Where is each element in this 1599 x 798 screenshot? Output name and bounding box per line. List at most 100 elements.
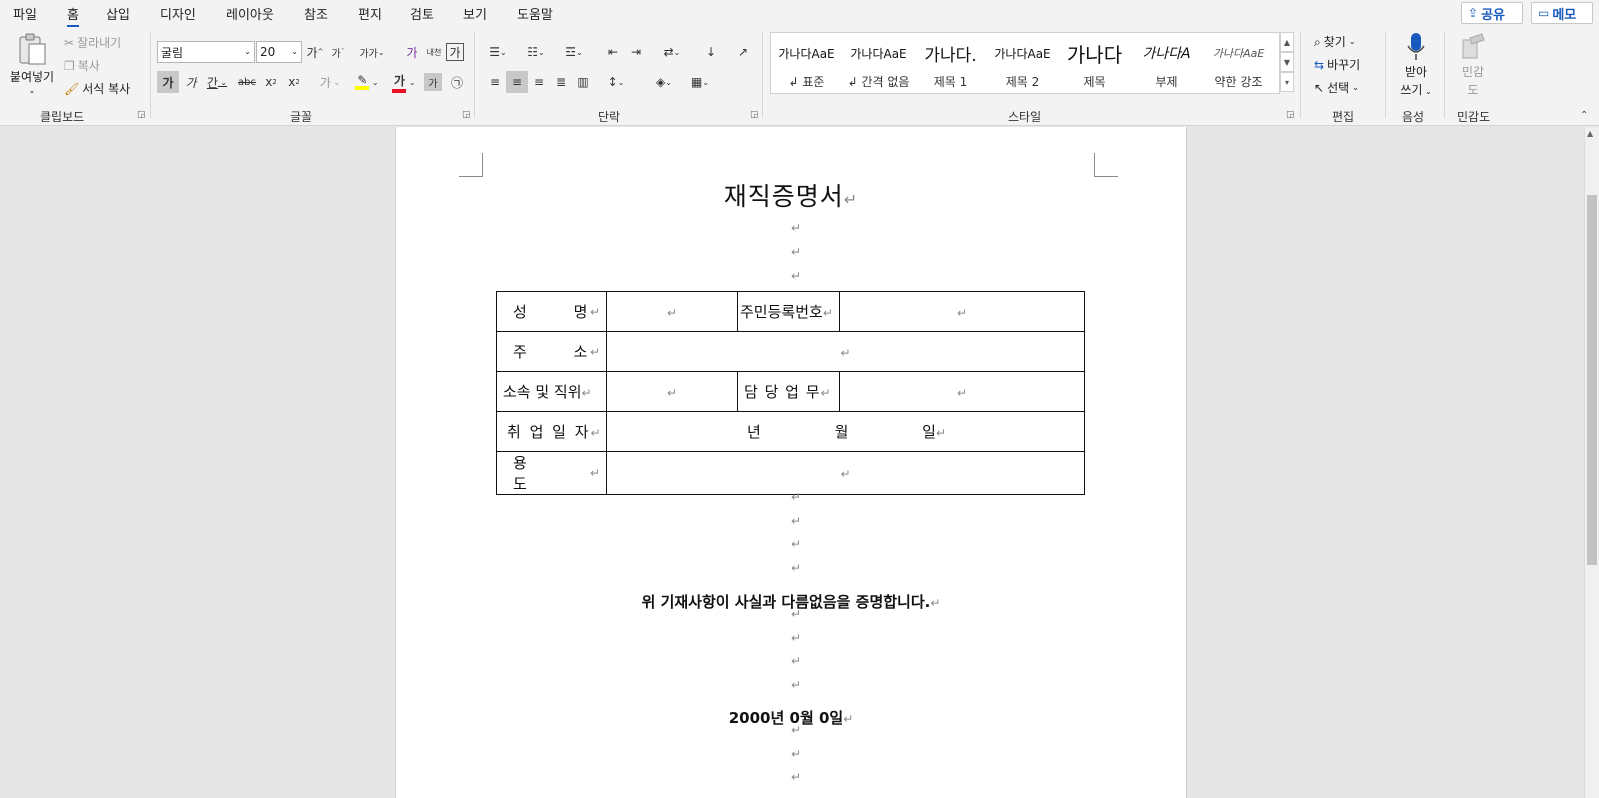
underline-button[interactable]: 간 ⌄ — [202, 71, 232, 93]
font-launcher-icon[interactable]: ◲ — [462, 110, 471, 120]
grow-font-button[interactable]: 가 ^ — [304, 41, 326, 63]
superscript-button[interactable]: x2 — [283, 71, 305, 93]
align-center-button[interactable]: ≡ — [506, 71, 528, 93]
cut-button[interactable]: ✂ 잘라내기 — [64, 34, 121, 51]
label-department-position-cell[interactable]: 소속 및 직위↵ — [496, 371, 607, 412]
style-title[interactable]: 가나다 제목 — [1059, 33, 1130, 93]
styles-launcher-icon[interactable]: ◲ — [1286, 110, 1295, 120]
sort-button[interactable]: ↓ — [700, 41, 722, 63]
document-page[interactable]: 재직증명서↵ ↵ ↵ ↵ 성 명 ↵ ↵ 주민등록번호↵ ↵ 주 소 ↵ ↵ 소속 … — [395, 127, 1187, 798]
find-button[interactable]: ⌕ 찾기 ⌄ — [1314, 33, 1356, 50]
menu-references[interactable]: 참조 — [304, 4, 328, 23]
text-effects-button[interactable]: 가 ⌄ — [315, 71, 345, 93]
cursor-icon: ↖ — [1314, 80, 1325, 95]
multilevel-list-button[interactable]: ☲ ⌄ — [558, 41, 590, 63]
menu-review[interactable]: 검토 — [410, 4, 434, 23]
numbering-button[interactable]: ☷ ⌄ — [520, 41, 552, 63]
font-color-button[interactable]: 가 ⌄ — [387, 71, 421, 93]
menu-insert[interactable]: 삽입 — [106, 4, 130, 23]
scroll-up-icon[interactable]: ▲ — [1587, 129, 1593, 138]
purpose-value-cell[interactable]: ↵ — [606, 451, 1085, 495]
distributed-button[interactable]: ▥ — [572, 71, 594, 93]
style-subtitle[interactable]: 가나다A 부제 — [1131, 33, 1202, 93]
menu-design[interactable]: 디자인 — [160, 4, 196, 23]
paragraph-mark: ↵ — [791, 631, 802, 645]
menu-mailings[interactable]: 편지 — [358, 4, 382, 23]
align-left-button[interactable]: ≡ — [484, 71, 506, 93]
clear-format-button[interactable]: 가 — [401, 41, 423, 63]
paragraph-mark: ↵ — [791, 245, 802, 259]
sensitivity-button[interactable]: 민감 도 — [1455, 32, 1491, 98]
paragraph-launcher-icon[interactable]: ◲ — [750, 110, 759, 120]
format-painter-button[interactable]: 🖌 서식 복사 — [64, 80, 130, 97]
styles-scroll-up-icon[interactable]: ▲ — [1280, 32, 1294, 52]
enclose-char-button[interactable]: ㉠ — [446, 71, 468, 93]
name-value-cell[interactable]: ↵ — [606, 291, 738, 332]
label-purpose-cell[interactable]: 용 도 ↵ — [496, 451, 607, 495]
menu-help[interactable]: 도움말 — [517, 4, 553, 23]
hire-date-value-cell[interactable]: 년 월 일↵ — [606, 411, 1085, 452]
highlight-button[interactable]: ✎ ⌄ — [350, 71, 384, 93]
styles-scroll-down-icon[interactable]: ▼ — [1280, 52, 1294, 72]
department-position-value-cell[interactable]: ↵ — [606, 371, 738, 412]
share-button[interactable]: ⇪ 공유 — [1461, 2, 1523, 24]
group-separator — [474, 32, 475, 118]
replace-button[interactable]: ⇆ 바꾸기 — [1314, 56, 1360, 73]
collapse-ribbon-icon[interactable]: ⌃ — [1580, 110, 1588, 121]
label-name-cell[interactable]: 성 명 ↵ — [496, 291, 607, 332]
scrollbar-thumb[interactable] — [1587, 195, 1597, 565]
char-shading-button[interactable]: 가 — [424, 73, 442, 91]
label-address-cell[interactable]: 주 소 ↵ — [496, 331, 607, 372]
bold-button[interactable]: 가 — [157, 71, 179, 93]
style-subtle-emphasis[interactable]: 가나다AaE 약한 강조 — [1203, 33, 1274, 93]
style-normal[interactable]: 가나다AaE ↲ 표준 — [771, 33, 842, 93]
shading-button[interactable]: ◈ ⌄ — [648, 71, 680, 93]
duties-value-cell[interactable]: ↵ — [839, 371, 1085, 412]
style-heading-1[interactable]: 가나다. 제목 1 — [915, 33, 986, 93]
label-hire-date-cell[interactable]: 취 업 일 자↵ — [496, 411, 607, 452]
show-marks-button[interactable]: ↗ — [732, 41, 754, 63]
subscript-button[interactable]: x2 — [260, 71, 282, 93]
clipboard-launcher-icon[interactable]: ◲ — [137, 110, 146, 120]
microphone-icon — [1407, 33, 1425, 60]
strikethrough-button[interactable]: abc — [236, 71, 258, 93]
text-direction-button[interactable]: ⇄ ⌄ — [656, 41, 688, 63]
address-value-cell[interactable]: ↵ — [606, 331, 1085, 372]
style-no-spacing[interactable]: 가나다AaE ↲ 간격 없음 — [843, 33, 914, 93]
dictate-button[interactable]: 받아 쓰기 ⌄ — [1396, 32, 1436, 98]
menu-file[interactable]: 파일 — [13, 4, 37, 23]
label-resident-number-cell[interactable]: 주민등록번호↵ — [737, 291, 840, 332]
increase-indent-button[interactable]: ⇥ — [625, 41, 647, 63]
copy-button[interactable]: ❐ 복사 — [64, 57, 100, 74]
style-heading-2[interactable]: 가나다AaE 제목 2 — [987, 33, 1058, 93]
decrease-indent-button[interactable]: ⇤ — [602, 41, 624, 63]
outdent-icon: ⇤ — [607, 45, 619, 59]
italic-button[interactable]: 가 — [180, 71, 202, 93]
change-case-button[interactable]: 가가 ⌄ — [355, 41, 389, 63]
select-button[interactable]: ↖ 선택 ⌄ — [1314, 79, 1359, 96]
line-spacing-button[interactable]: ↕ ⌄ — [600, 71, 632, 93]
font-name-combo[interactable]: 굴림 ⌄ — [157, 41, 255, 63]
char-border-button[interactable]: 가 — [446, 43, 464, 61]
menu-view[interactable]: 보기 — [463, 4, 487, 23]
vertical-scrollbar[interactable]: ▲ — [1584, 127, 1599, 798]
align-right-button[interactable]: ≡ — [528, 71, 550, 93]
paste-button[interactable]: 붙여넣기 ⌄ — [10, 32, 54, 95]
menu-layout[interactable]: 레이아웃 — [226, 4, 274, 23]
borders-button[interactable]: ▦ ⌄ — [684, 71, 716, 93]
document-title[interactable]: 재직증명서↵ — [396, 177, 1186, 213]
phonetic-guide-button[interactable]: 내천 — [423, 41, 445, 63]
justify-button[interactable]: ≣ — [550, 71, 572, 93]
shrink-font-button[interactable]: 가ˇ — [327, 41, 349, 63]
menu-home[interactable]: 홈 — [67, 4, 79, 27]
bullets-button[interactable]: ☰ ⌄ — [482, 41, 514, 63]
memo-button[interactable]: ▭ 메모 — [1531, 2, 1593, 24]
label-duties-cell[interactable]: 담 당 업 무↵ — [737, 371, 840, 412]
resident-number-value-cell[interactable]: ↵ — [839, 291, 1085, 332]
font-size-combo[interactable]: 20 ⌄ — [256, 41, 302, 63]
search-icon: ⌕ — [1314, 34, 1321, 49]
styles-more-icon[interactable]: ▾ — [1280, 72, 1294, 92]
paragraph-mark: ↵ — [791, 607, 802, 621]
indent-icon: ⇥ — [630, 45, 642, 59]
text-direction-icon: ⇄ — [663, 45, 674, 59]
